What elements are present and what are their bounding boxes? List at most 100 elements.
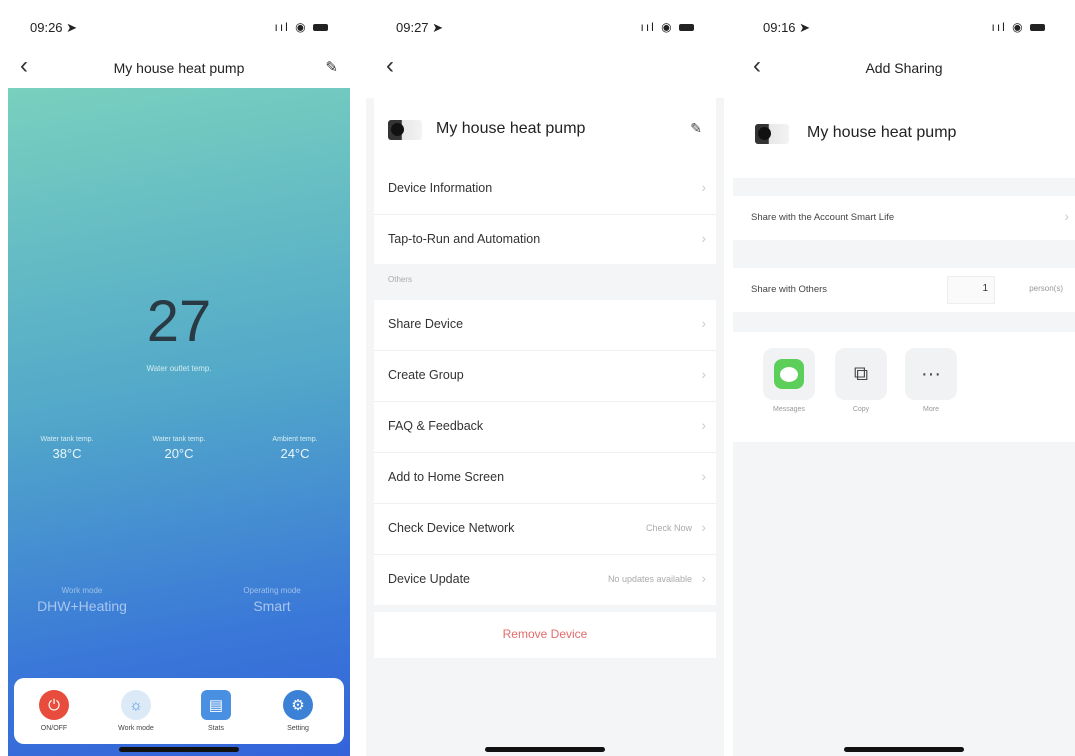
metric-label: Water tank temp. <box>152 436 206 443</box>
menu-item-check-device-network[interactable]: Check Device Network Check Now › <box>374 504 716 555</box>
device-name: My house heat pump <box>807 124 957 141</box>
status-bar: 09:26 ➤ ııl ◉ <box>0 0 358 48</box>
tab-on-off[interactable]: ⏻ ON/OFF <box>24 690 84 732</box>
tab-setting[interactable]: ⚙ Setting <box>268 690 328 732</box>
tab-label: Setting <box>287 725 309 732</box>
edit-icon[interactable]: ✎ <box>325 58 338 76</box>
share-with-others-row: Share with Others 1 person(s) <box>733 268 1075 312</box>
status-time: 09:16 ➤ <box>763 20 811 35</box>
add-sharing-screen: 09:16 ➤ ııl ◉ ‹ Add Sharing My house hea… <box>733 0 1075 756</box>
edit-icon[interactable]: ✎ <box>690 120 702 137</box>
status-time: 09:26 ➤ <box>30 20 78 35</box>
heat-pump-control-screen: 09:26 ➤ ııl ◉ ‹ My house heat pump ✎ 27 … <box>0 0 358 756</box>
metric-2: Water tank temp. 20°C <box>124 436 234 461</box>
menu-item-value: No updates available <box>607 574 692 584</box>
device-thumbnail <box>755 124 789 144</box>
section-title: Others <box>388 275 413 284</box>
work-mode[interactable]: Work mode DHW+Heating <box>12 586 152 614</box>
menu-item-label: Device Update <box>388 572 470 586</box>
share-options: Messages ⧉ Copy ··· More <box>733 332 1075 442</box>
device-name: My house heat pump <box>436 120 586 137</box>
device-header: My house heat pump <box>733 98 1075 178</box>
menu-item-label: Create Group <box>388 368 464 382</box>
device-menu-top: Device Information › Tap-to-Run and Auto… <box>374 164 716 265</box>
device-header[interactable]: My house heat pump ✎ <box>374 98 716 164</box>
share-more[interactable]: ··· More <box>901 348 961 413</box>
share-option-label: Messages <box>773 406 805 413</box>
page-title: My house heat pump <box>113 60 245 76</box>
tab-stats[interactable]: ▤ Stats <box>186 690 246 732</box>
metric-label: Water tank temp. <box>40 436 94 443</box>
battery-icon <box>679 24 694 32</box>
menu-item-label: Share Device <box>388 317 464 331</box>
metric-value: 24°C <box>280 446 310 461</box>
share-others-label: Share with Others <box>751 284 828 295</box>
status-icons: ııl ◉ <box>992 20 1045 34</box>
chevron-right-icon: › <box>701 315 706 331</box>
status-icons: ııl ◉ <box>641 20 694 34</box>
operating-mode[interactable]: Operating mode Smart <box>202 586 342 614</box>
nav-bar: ‹ Add Sharing <box>733 48 1075 88</box>
chevron-right-icon: › <box>701 417 706 433</box>
page-title: Add Sharing <box>865 60 943 76</box>
menu-item-label: Tap-to-Run and Automation <box>388 232 541 246</box>
menu-item-faq-feedback[interactable]: FAQ & Feedback › <box>374 402 716 453</box>
device-menu-others: Share Device › Create Group › FAQ & Feed… <box>374 300 716 605</box>
power-icon: ⏻ <box>39 690 69 720</box>
outlet-temperature: 27 <box>146 289 212 354</box>
share-option-label: Copy <box>852 406 870 413</box>
control-panel: 27 Water outlet temp. Water tank temp. 3… <box>8 88 350 756</box>
menu-item-share-device[interactable]: Share Device › <box>374 300 716 351</box>
menu-item-create-group[interactable]: Create Group › <box>374 351 716 402</box>
share-option-label: More <box>923 406 939 413</box>
home-indicator <box>485 747 605 752</box>
metric-value: 20°C <box>164 446 194 461</box>
menu-item-device-information[interactable]: Device Information › <box>374 164 716 215</box>
share-messages[interactable]: Messages <box>759 348 819 413</box>
operating-mode-label: Operating mode <box>243 586 301 595</box>
menu-item-device-update[interactable]: Device Update No updates available › <box>374 555 716 605</box>
menu-item-label: Add to Home Screen <box>388 470 505 484</box>
chevron-right-icon: › <box>701 468 706 484</box>
spacer <box>366 88 724 98</box>
sun-icon: ☼ <box>121 690 151 720</box>
chevron-right-icon: › <box>701 570 706 586</box>
menu-item-value: Check Now <box>645 523 692 533</box>
messages-icon <box>763 348 815 400</box>
menu-item-label: Device Information <box>388 181 493 195</box>
share-with-account-row[interactable]: Share with the Account Smart Life › <box>733 196 1075 240</box>
home-indicator <box>119 747 239 752</box>
document-icon: ▤ <box>201 690 231 720</box>
menu-item-label: FAQ & Feedback <box>388 419 484 433</box>
nav-bar: ‹ My house heat pump ✎ <box>0 48 358 88</box>
home-indicator <box>844 747 964 752</box>
metric-value: 38°C <box>52 446 82 461</box>
operating-mode-value: Smart <box>253 598 291 614</box>
share-account-label: Share with the Account Smart Life <box>751 212 895 223</box>
battery-icon <box>313 24 328 32</box>
copy-icon: ⧉ <box>835 348 887 400</box>
menu-item-tap-to-run[interactable]: Tap-to-Run and Automation › <box>374 215 716 265</box>
share-copy[interactable]: ⧉ Copy <box>831 348 891 413</box>
remove-device-label: Remove Device <box>502 627 588 641</box>
work-mode-value: DHW+Heating <box>37 598 127 614</box>
chevron-right-icon: › <box>701 179 706 195</box>
back-icon[interactable]: ‹ <box>386 52 394 80</box>
metric-3: Ambient temp. 24°C <box>240 436 350 461</box>
menu-item-add-to-home-screen[interactable]: Add to Home Screen › <box>374 453 716 504</box>
bottom-tab-bar: ⏻ ON/OFF ☼ Work mode ▤ Stats ⚙ Setting <box>14 678 344 744</box>
chevron-right-icon: › <box>701 366 706 382</box>
tab-work-mode[interactable]: ☼ Work mode <box>106 690 166 732</box>
status-icons: ııl ◉ <box>275 20 328 34</box>
person-count-input[interactable]: 1 <box>947 276 995 304</box>
gear-icon: ⚙ <box>283 690 313 720</box>
tab-label: Stats <box>208 725 224 732</box>
metric-label: Ambient temp. <box>272 436 318 443</box>
battery-icon <box>1030 24 1045 32</box>
more-icon: ··· <box>905 348 957 400</box>
chevron-right-icon: › <box>1064 208 1069 224</box>
tab-label: ON/OFF <box>40 725 68 732</box>
status-bar: 09:16 ➤ ııl ◉ <box>733 0 1075 48</box>
remove-device-button[interactable]: Remove Device <box>374 612 716 658</box>
person-count-value: 1 <box>982 283 988 294</box>
